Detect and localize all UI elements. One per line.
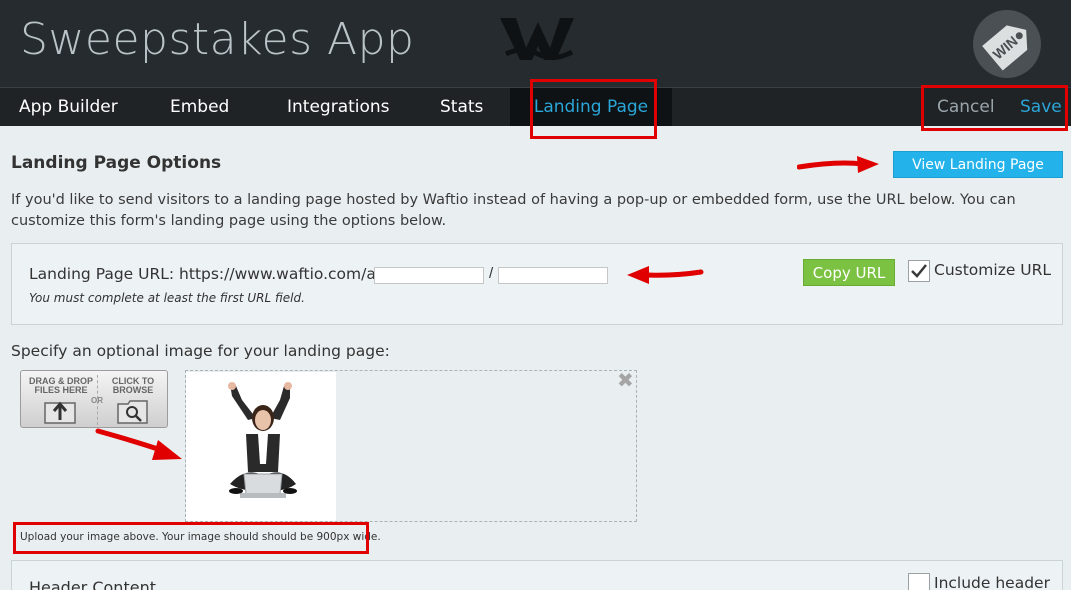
or-label: OR: [91, 396, 103, 405]
copy-url-button[interactable]: Copy URL: [803, 259, 895, 286]
browse-label: CLICK TO BROWSE: [111, 376, 155, 395]
annotation-arrow-icon: [627, 266, 704, 284]
url-note: You must complete at least the first URL…: [29, 291, 305, 305]
view-landing-page-button[interactable]: View Landing Page: [893, 151, 1063, 178]
waftio-logo-icon: [500, 18, 574, 60]
tab-integrations[interactable]: Integrations: [287, 88, 390, 126]
woman-laptop-image: [186, 372, 336, 521]
header-content-panel: Header Content Include header: [11, 560, 1063, 590]
section-title: Landing Page Options: [11, 153, 222, 173]
uploaded-image-preview: [186, 372, 336, 521]
url-panel: Landing Page URL: https://www.waftio.com…: [11, 243, 1063, 325]
image-section-label: Specify an optional image for your landi…: [11, 342, 390, 360]
annotation-box-save-cancel: [921, 85, 1068, 131]
drag-drop-label: DRAG & DROP FILES HERE: [28, 376, 93, 395]
annotation-arrow-icon: [797, 156, 879, 173]
customize-url-label: Customize URL: [934, 261, 1052, 279]
checkmark-icon: [911, 264, 927, 278]
upload-icon: [44, 401, 76, 424]
image-upload-dropzone[interactable]: DRAG & DROP FILES HERE OR CLICK TO BROWS…: [20, 370, 168, 428]
include-header-label: Include header: [934, 574, 1050, 590]
tab-stats[interactable]: Stats: [440, 88, 483, 126]
header-content-title: Header Content: [29, 578, 156, 590]
tab-app-builder[interactable]: App Builder: [19, 88, 118, 126]
annotation-box-landing-tab: [530, 79, 657, 139]
tab-embed[interactable]: Embed: [170, 88, 229, 126]
browse-folder-icon: [117, 400, 148, 424]
landing-description: If you'd like to send visitors to a land…: [11, 192, 1016, 229]
customize-url-checkbox[interactable]: [908, 260, 930, 282]
win-tag-icon: WIN: [973, 10, 1041, 78]
include-header-checkbox[interactable]: [908, 573, 930, 590]
url-separator: /: [489, 265, 494, 282]
app-header: Sweepstakes App WIN: [0, 0, 1071, 88]
url-slug-field-1[interactable]: [374, 267, 484, 284]
app-title: Sweepstakes App: [20, 14, 415, 65]
url-slug-field-2[interactable]: [498, 267, 608, 284]
annotation-box-helper: [13, 522, 369, 554]
close-icon[interactable]: ✖: [617, 371, 634, 391]
annotation-arrow-icon: [95, 428, 182, 460]
url-label: Landing Page URL: https://www.waftio.com…: [29, 265, 382, 283]
